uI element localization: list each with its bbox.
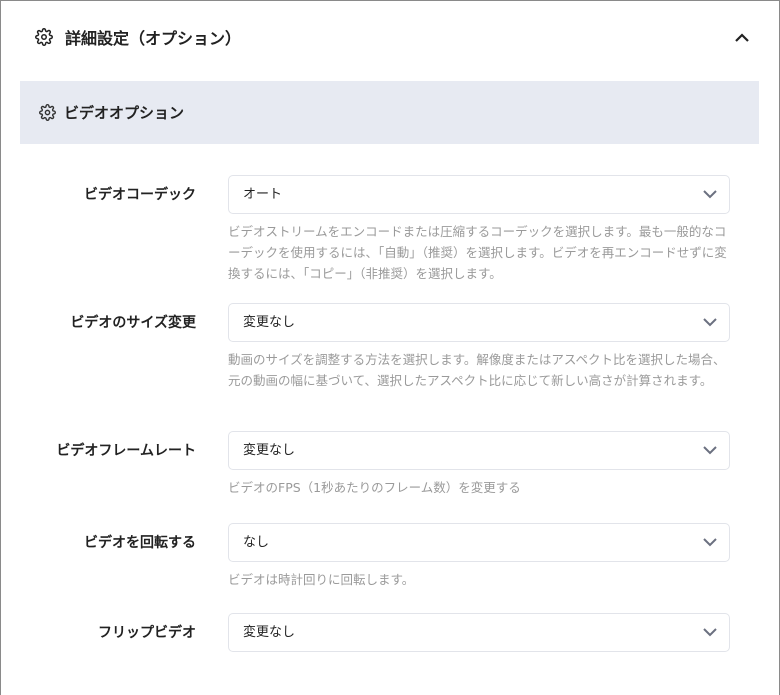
header-title: 詳細設定（オプション） — [65, 29, 242, 48]
chevron-down-icon — [703, 538, 717, 547]
video-rotate-value: なし — [243, 535, 270, 550]
gear-icon — [39, 104, 56, 121]
chevron-down-icon — [703, 446, 717, 455]
advanced-settings-panel: 詳細設定（オプション） ビデオオプション ビデオコーデック オート ビデオストリ… — [0, 0, 780, 695]
video-resize-select[interactable]: 変更なし — [228, 303, 730, 342]
video-codec-value: オート — [243, 187, 283, 202]
video-codec-select[interactable]: オート — [228, 175, 730, 214]
video-framerate-label: ビデオフレームレート — [56, 443, 196, 459]
video-rotate-select[interactable]: なし — [228, 523, 730, 562]
video-options-section-header: ビデオオプション — [20, 81, 759, 144]
video-resize-help: 動画のサイズを調整する方法を選択します。解像度またはアスペクト比を選択した場合、… — [228, 352, 726, 388]
chevron-down-icon — [703, 190, 717, 199]
advanced-settings-header[interactable]: 詳細設定（オプション） — [35, 25, 241, 49]
video-flip-value: 変更なし — [243, 625, 296, 640]
video-framerate-select[interactable]: 変更なし — [228, 431, 730, 470]
chevron-up-icon[interactable] — [734, 32, 750, 44]
video-framerate-value: 変更なし — [243, 443, 296, 458]
video-rotate-label: ビデオを回転する — [84, 535, 196, 551]
section-title: ビデオオプション — [64, 104, 185, 122]
video-codec-label: ビデオコーデック — [84, 187, 196, 203]
chevron-down-icon — [703, 318, 717, 327]
video-rotate-help: ビデオは時計回りに回転します。 — [228, 572, 415, 587]
gear-icon — [35, 28, 53, 46]
video-codec-help: ビデオストリームをエンコードまたは圧縮するコーデックを選択します。最も一般的なコ… — [228, 224, 727, 281]
video-flip-select[interactable]: 変更なし — [228, 613, 730, 652]
video-framerate-help: ビデオのFPS（1秒あたりのフレーム数）を変更する — [228, 480, 521, 495]
video-resize-value: 変更なし — [243, 315, 296, 330]
chevron-down-icon — [703, 628, 717, 637]
video-resize-label: ビデオのサイズ変更 — [70, 315, 196, 331]
video-flip-label: フリップビデオ — [98, 625, 196, 641]
